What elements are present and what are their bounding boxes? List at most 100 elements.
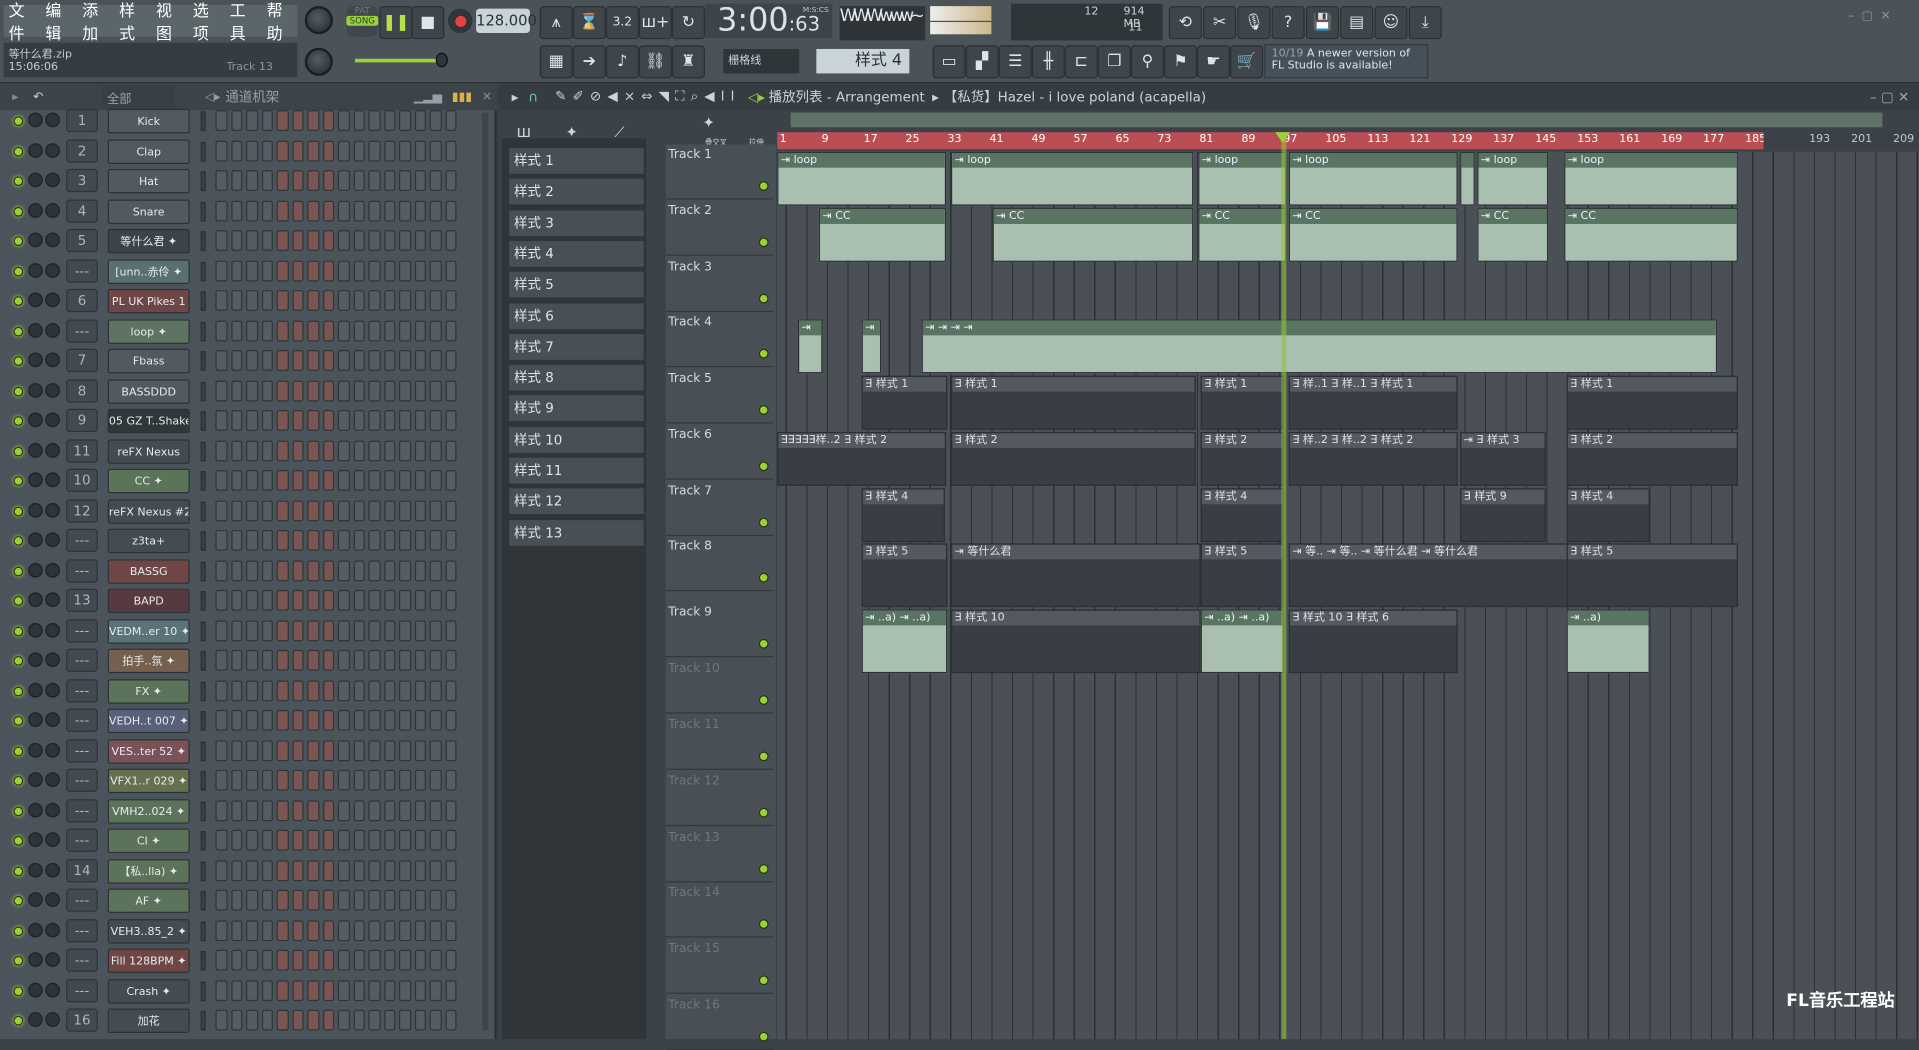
step-button[interactable] xyxy=(368,769,381,791)
step-button[interactable] xyxy=(261,469,273,491)
save-button[interactable]: 💾 xyxy=(1305,6,1339,40)
record-button[interactable] xyxy=(447,8,473,34)
channel-name-button[interactable]: reFX Nexus #2 xyxy=(107,498,190,524)
pat-song-toggle[interactable]: PAT SONG xyxy=(346,6,379,37)
step-button[interactable] xyxy=(246,469,258,491)
mute-led[interactable] xyxy=(13,685,24,696)
audio-filter-icon[interactable]: ✦ xyxy=(703,114,715,131)
step-button[interactable] xyxy=(353,170,365,191)
mixer-track-number[interactable]: 9 xyxy=(66,408,98,433)
playlist-clip[interactable]: ∃ 样式 2 xyxy=(1566,432,1738,486)
step-button[interactable] xyxy=(429,140,442,161)
step-button[interactable] xyxy=(429,709,442,731)
playlist-clip[interactable]: ∃ 样..2 ∃ 样..2 ∃ 样式 2 xyxy=(1288,432,1458,486)
step-button[interactable] xyxy=(444,140,457,161)
channel-select-indicator[interactable] xyxy=(200,831,206,851)
pan-knob[interactable] xyxy=(28,262,43,278)
step-button[interactable] xyxy=(215,439,228,461)
step-button[interactable] xyxy=(368,649,381,671)
step-button[interactable] xyxy=(353,859,365,881)
step-button[interactable] xyxy=(246,799,258,821)
step-button[interactable] xyxy=(230,1009,243,1031)
pattern-item[interactable]: 样式 9 xyxy=(509,395,644,422)
step-button[interactable] xyxy=(261,140,273,161)
update-notification[interactable]: 10/19 A newer version of FL Studio is av… xyxy=(1264,44,1429,79)
step-button[interactable] xyxy=(429,739,442,761)
mute-led[interactable] xyxy=(13,536,24,546)
channel-select-indicator[interactable] xyxy=(200,561,206,581)
step-button[interactable] xyxy=(246,649,258,671)
tempo-tapper-button[interactable]: ⚑ xyxy=(1163,45,1197,79)
step-button[interactable] xyxy=(353,619,365,641)
channel-name-button[interactable]: Snare xyxy=(107,198,190,224)
step-button[interactable] xyxy=(276,410,289,431)
track-enable-led[interactable] xyxy=(758,638,769,649)
step-button[interactable] xyxy=(368,559,381,581)
volume-knob[interactable] xyxy=(45,832,60,847)
step-button[interactable] xyxy=(215,469,228,491)
step-button[interactable] xyxy=(414,499,426,521)
channel-name-button[interactable]: PL UK Pikes 1 xyxy=(107,288,190,314)
step-button[interactable] xyxy=(230,619,243,641)
step-button[interactable] xyxy=(230,499,243,521)
step-button[interactable] xyxy=(215,889,228,911)
step-button[interactable] xyxy=(230,889,243,911)
step-button[interactable] xyxy=(276,499,289,521)
step-button[interactable] xyxy=(215,1009,228,1031)
mixer-track-number[interactable]: --- xyxy=(66,918,98,942)
step-button[interactable] xyxy=(398,679,411,701)
step-button[interactable] xyxy=(429,410,442,431)
step-button[interactable] xyxy=(414,979,426,1001)
step-button[interactable] xyxy=(414,320,426,341)
pan-knob[interactable] xyxy=(28,802,43,817)
step-button[interactable] xyxy=(322,410,335,431)
step-button[interactable] xyxy=(429,260,442,281)
track-enable-led[interactable] xyxy=(758,237,769,248)
step-button[interactable] xyxy=(246,949,258,971)
mixer-track-number[interactable]: 16 xyxy=(66,1008,98,1032)
volume-knob[interactable] xyxy=(45,232,60,248)
step-button[interactable] xyxy=(307,170,319,191)
step-button[interactable] xyxy=(261,979,273,1001)
step-button[interactable] xyxy=(444,410,457,431)
step-button[interactable] xyxy=(322,889,335,911)
step-button[interactable] xyxy=(246,200,258,221)
step-button[interactable] xyxy=(337,469,350,491)
channel-select-indicator[interactable] xyxy=(200,651,206,671)
step-button[interactable] xyxy=(398,589,411,611)
step-button[interactable] xyxy=(337,619,350,641)
step-button[interactable] xyxy=(414,769,426,791)
pan-knob[interactable] xyxy=(28,622,43,638)
step-button[interactable] xyxy=(307,889,319,911)
step-button[interactable] xyxy=(246,350,258,371)
step-button[interactable] xyxy=(398,829,411,851)
magnet-icon[interactable]: ∩ xyxy=(528,89,538,105)
step-button[interactable] xyxy=(322,619,335,641)
step-button[interactable] xyxy=(215,649,228,671)
step-button[interactable] xyxy=(444,589,457,611)
step-button[interactable] xyxy=(291,559,304,581)
playlist-clip[interactable]: ⇥ ∃ 样式 3 xyxy=(1460,432,1546,486)
track-enable-led[interactable] xyxy=(758,461,769,472)
mute-led[interactable] xyxy=(13,775,24,786)
step-button[interactable] xyxy=(414,170,426,191)
volume-knob[interactable] xyxy=(45,652,60,668)
step-button[interactable] xyxy=(444,320,457,341)
track-header[interactable]: Track 4 xyxy=(665,312,774,368)
step-button[interactable] xyxy=(398,290,411,311)
pan-knob[interactable] xyxy=(28,472,43,488)
step-button[interactable] xyxy=(368,949,381,971)
piano-roll-button[interactable]: ▦ xyxy=(539,45,573,79)
step-button[interactable] xyxy=(353,499,365,521)
step-button[interactable] xyxy=(398,769,411,791)
pan-knob[interactable] xyxy=(28,712,43,727)
volume-knob[interactable] xyxy=(45,142,60,158)
step-button[interactable] xyxy=(383,979,396,1001)
track-enable-led[interactable] xyxy=(758,751,769,762)
channel-name-button[interactable]: VEH3..85_2 ✦ xyxy=(107,918,190,944)
step-button[interactable] xyxy=(230,949,243,971)
volume-knob[interactable] xyxy=(45,412,60,428)
mixer-track-number[interactable]: --- xyxy=(66,798,98,822)
step-button[interactable] xyxy=(261,1009,273,1031)
step-button[interactable] xyxy=(398,709,411,731)
